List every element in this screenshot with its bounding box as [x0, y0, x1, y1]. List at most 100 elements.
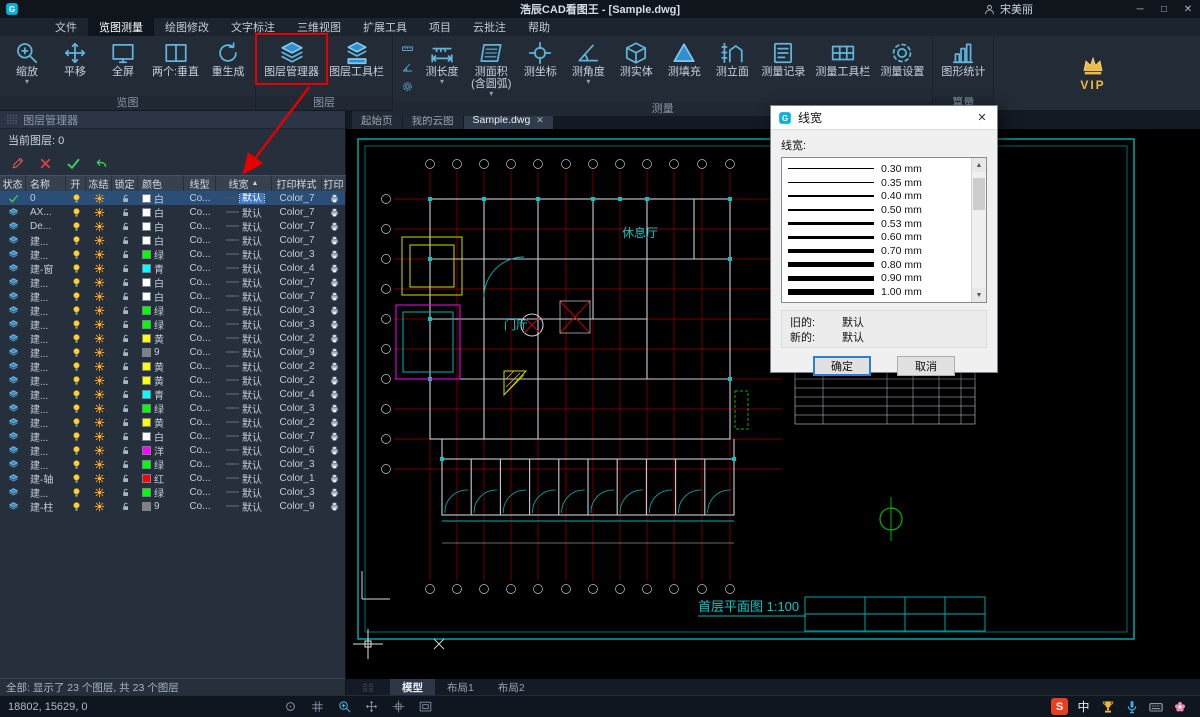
layer-status-icon[interactable]: [0, 347, 26, 358]
layer-lock-icon[interactable]: [112, 361, 138, 372]
layer-lock-icon[interactable]: [112, 235, 138, 246]
ribbon-button-measure-coord[interactable]: 测坐标: [517, 38, 563, 80]
layer-on-bulb-icon[interactable]: [66, 319, 86, 330]
layer-row-16[interactable]: 建...黄Co...默认Color_2: [0, 415, 345, 429]
layer-lineweight-cell[interactable]: 默认: [216, 331, 272, 346]
layer-lineweight-cell[interactable]: 默认: [216, 345, 272, 360]
layer-lock-icon[interactable]: [112, 403, 138, 414]
layer-lock-icon[interactable]: [112, 291, 138, 302]
layer-row-22[interactable]: 建-柱9Co...默认Color_9: [0, 499, 345, 513]
apply-button[interactable]: [66, 156, 81, 171]
layer-on-bulb-icon[interactable]: [66, 249, 86, 260]
layer-lock-icon[interactable]: [112, 263, 138, 274]
ribbon-button-measure-record[interactable]: 测量记录: [757, 38, 809, 80]
layer-lock-icon[interactable]: [112, 221, 138, 232]
layer-row-18[interactable]: 建...洋Co...默认Color_6: [0, 443, 345, 457]
layer-lock-icon[interactable]: [112, 417, 138, 428]
layer-print-icon[interactable]: [322, 375, 345, 386]
layer-lineweight-cell[interactable]: 默认: [216, 275, 272, 290]
layer-freeze-sun-icon[interactable]: [86, 249, 112, 260]
layer-print-icon[interactable]: [322, 473, 345, 484]
layer-row-5[interactable]: 建-窗青Co...默认Color_4: [0, 261, 345, 275]
layer-on-bulb-icon[interactable]: [66, 501, 86, 512]
ribbon-button-measure-fill[interactable]: 测填充: [661, 38, 707, 80]
layer-lock-icon[interactable]: [112, 333, 138, 344]
layer-freeze-sun-icon[interactable]: [86, 361, 112, 372]
layer-row-7[interactable]: 建...白Co...默认Color_7: [0, 289, 345, 303]
layer-print-icon[interactable]: [322, 347, 345, 358]
layer-color-cell[interactable]: 黄: [138, 331, 184, 346]
layer-freeze-sun-icon[interactable]: [86, 263, 112, 274]
column-header-0[interactable]: 状态: [0, 175, 26, 191]
layer-color-cell[interactable]: 青: [138, 261, 184, 276]
layer-freeze-sun-icon[interactable]: [86, 347, 112, 358]
menu-item-4[interactable]: 三维视图: [286, 18, 352, 36]
zhong-icon[interactable]: 中: [1075, 698, 1092, 715]
layer-row-21[interactable]: 建...绿Co...默认Color_3: [0, 485, 345, 499]
lineweight-option-0[interactable]: 0.30 mm: [788, 162, 969, 176]
layer-lock-icon[interactable]: [112, 459, 138, 470]
ribbon-button-regen[interactable]: 重生成: [205, 38, 251, 80]
target-icon[interactable]: [283, 699, 298, 714]
layer-color-cell[interactable]: 黄: [138, 359, 184, 374]
layer-row-11[interactable]: 建...9Co...默认Color_9: [0, 345, 345, 359]
layer-lineweight-cell[interactable]: 默认: [216, 219, 272, 234]
ribbon-button-measure-toolbar[interactable]: 测量工具栏: [811, 38, 874, 80]
layer-row-12[interactable]: 建...黄Co...默认Color_2: [0, 359, 345, 373]
scroll-up-icon[interactable]: ▲: [972, 158, 986, 172]
layer-status-icon[interactable]: [0, 417, 26, 428]
layer-lineweight-cell[interactable]: 默认: [216, 429, 272, 444]
column-header-6[interactable]: 线型: [184, 175, 216, 191]
lineweight-option-3[interactable]: 0.50 mm: [788, 203, 969, 217]
scroll-down-icon[interactable]: ▼: [972, 288, 986, 302]
lineweight-option-2[interactable]: 0.40 mm: [788, 189, 969, 203]
layer-status-icon[interactable]: [0, 305, 26, 316]
layer-lock-icon[interactable]: [112, 431, 138, 442]
layer-on-bulb-icon[interactable]: [66, 263, 86, 274]
layer-row-10[interactable]: 建...黄Co...默认Color_2: [0, 331, 345, 345]
layer-print-icon[interactable]: [322, 263, 345, 274]
maximize-button[interactable]: □: [1152, 4, 1176, 15]
layer-freeze-sun-icon[interactable]: [86, 193, 112, 204]
menu-item-6[interactable]: 项目: [418, 18, 462, 36]
layer-print-icon[interactable]: [322, 431, 345, 442]
layer-lineweight-cell[interactable]: 默认: [216, 303, 272, 318]
layer-print-icon[interactable]: [322, 249, 345, 260]
layer-lock-icon[interactable]: [112, 277, 138, 288]
layer-lock-icon[interactable]: [112, 347, 138, 358]
menu-item-0[interactable]: 文件: [44, 18, 88, 36]
layer-print-icon[interactable]: [322, 361, 345, 372]
layer-on-bulb-icon[interactable]: [66, 221, 86, 232]
layer-lineweight-cell[interactable]: 默认: [216, 457, 272, 472]
column-header-5[interactable]: 颜色: [138, 175, 184, 191]
lineweight-option-4[interactable]: 0.53 mm: [788, 217, 969, 231]
layer-row-8[interactable]: 建...绿Co...默认Color_3: [0, 303, 345, 317]
layer-on-bulb-icon[interactable]: [66, 375, 86, 386]
layer-print-icon[interactable]: [322, 501, 345, 512]
layer-status-icon[interactable]: [0, 501, 26, 512]
edit-layer-button[interactable]: [10, 156, 25, 171]
layer-print-icon[interactable]: [322, 277, 345, 288]
layer-lineweight-cell[interactable]: 默认: [216, 373, 272, 388]
column-header-1[interactable]: 名称: [26, 175, 66, 191]
layer-color-cell[interactable]: 绿: [138, 317, 184, 332]
layer-color-cell[interactable]: 白: [138, 219, 184, 234]
layer-freeze-sun-icon[interactable]: [86, 389, 112, 400]
mini-angle-button[interactable]: [397, 59, 417, 76]
layer-color-cell[interactable]: 洋: [138, 443, 184, 458]
menu-item-1[interactable]: 览图测量: [88, 18, 154, 36]
menu-item-3[interactable]: 文字标注: [220, 18, 286, 36]
vip-badge[interactable]: VIP: [1064, 54, 1122, 92]
column-header-4[interactable]: 锁定: [112, 175, 138, 191]
layer-lock-icon[interactable]: [112, 207, 138, 218]
dialog-close-icon[interactable]: ✕: [967, 106, 997, 130]
menu-item-7[interactable]: 云批注: [462, 18, 517, 36]
lineweight-option-9[interactable]: 1.00 mm: [788, 285, 969, 299]
ribbon-button-zoom[interactable]: 缩放▾: [4, 38, 50, 88]
layer-print-icon[interactable]: [322, 221, 345, 232]
layer-row-20[interactable]: 建-轴红Co...默认Color_1: [0, 471, 345, 485]
layer-lock-icon[interactable]: [112, 305, 138, 316]
layout-tab-1[interactable]: 布局1: [435, 679, 486, 695]
layer-lineweight-cell[interactable]: 默认: [216, 415, 272, 430]
layer-status-icon[interactable]: [0, 277, 26, 288]
